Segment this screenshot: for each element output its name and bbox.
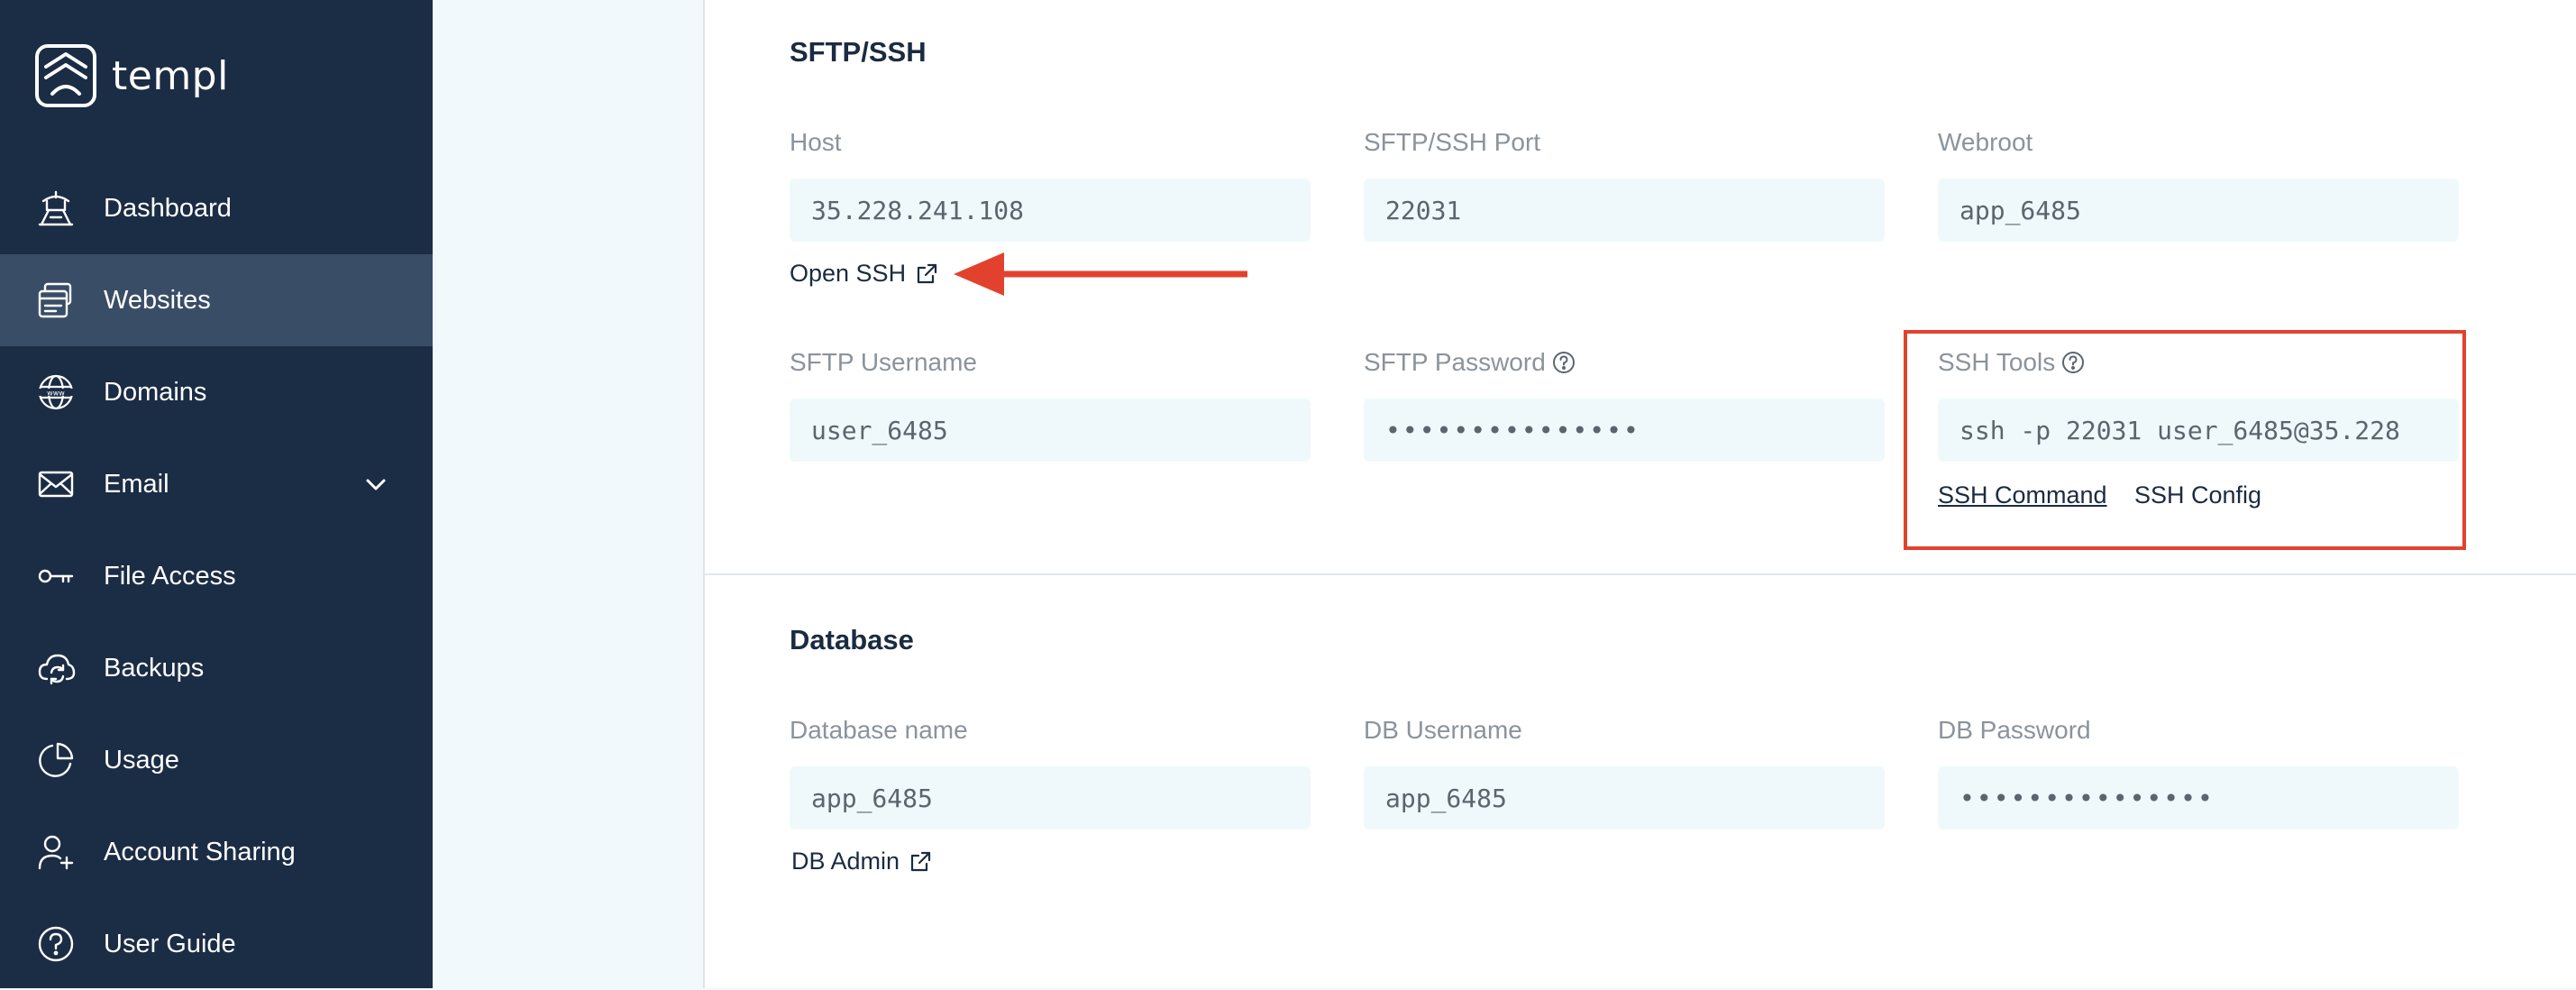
port-label: SFTP/SSH Port [1364, 128, 1541, 156]
annotation-arrow-icon [954, 252, 1247, 296]
port-field[interactable]: 22031 [1364, 179, 1885, 242]
database-name-label: Database name [790, 716, 968, 744]
sidebar-item-label: Dashboard [104, 193, 232, 223]
chevron-down-icon[interactable] [361, 469, 391, 500]
sftp-password-label-text: SFTP Password [1364, 348, 1546, 376]
db-username-label: DB Username [1364, 716, 1522, 744]
cloud-sync-icon [38, 654, 76, 685]
db-password-field[interactable]: ••••••••••••••• [1938, 766, 2459, 830]
key-icon [38, 569, 74, 583]
sftp-password-field[interactable]: ••••••••••••••• [1364, 399, 1885, 462]
open-ssh-label: Open SSH [790, 260, 907, 287]
sidebar-item-domains[interactable]: www Domains [0, 346, 433, 438]
sidebar-item-label: User Guide [104, 929, 236, 958]
help-circle-icon[interactable] [1551, 350, 1576, 375]
user-add-icon [38, 835, 74, 870]
app-name: templ [112, 52, 229, 99]
templ-logo-icon [35, 44, 96, 107]
section-title-database: Database [790, 624, 914, 655]
sidebar-item-label: File Access [104, 561, 236, 591]
sidebar-item-label: Account Sharing [104, 837, 296, 866]
sidebar-item-usage[interactable]: Usage [0, 714, 433, 806]
db-admin-link[interactable]: DB Admin [791, 848, 932, 875]
sidebar: templ Dashboard Websites www Domains Ema… [0, 0, 433, 988]
sidebar-item-file-access[interactable]: File Access [0, 530, 433, 622]
sidebar-item-label: Domains [104, 377, 207, 407]
envelope-icon [38, 471, 74, 498]
sidebar-item-label: Usage [104, 745, 179, 775]
webroot-field[interactable]: app_6485 [1938, 179, 2459, 242]
section-divider [705, 573, 2576, 575]
db-username-field[interactable]: app_6485 [1364, 766, 1885, 830]
pie-chart-icon [39, 742, 74, 777]
webroot-label: Webroot [1938, 128, 2033, 156]
sidebar-item-label: Email [104, 469, 169, 499]
sidebar-item-account-sharing[interactable]: Account Sharing [0, 806, 433, 898]
sidebar-item-user-guide[interactable]: User Guide [0, 898, 433, 990]
sidebar-item-label: Backups [104, 653, 205, 683]
section-title-sftp: SFTP/SSH [790, 36, 927, 68]
db-admin-label: DB Admin [791, 848, 900, 875]
host-label: Host [790, 128, 842, 156]
websites-icon [38, 282, 72, 318]
globe-www-icon: www [38, 374, 74, 410]
sidebar-item-dashboard[interactable]: Dashboard [0, 162, 433, 254]
database-name-field[interactable]: app_6485 [790, 766, 1311, 830]
dashboard-icon [38, 190, 74, 226]
open-ssh-link[interactable]: Open SSH [790, 260, 938, 288]
sidebar-item-email[interactable]: Email [0, 438, 433, 530]
site-details-card: SFTP/SSH Host 35.228.241.108 SFTP/SSH Po… [703, 0, 2576, 988]
external-link-icon [917, 263, 937, 283]
logo[interactable]: templ [34, 43, 229, 108]
sidebar-item-backups[interactable]: Backups [0, 622, 433, 714]
sidebar-item-websites[interactable]: Websites [0, 254, 433, 346]
sidebar-item-label: Websites [104, 285, 211, 315]
sidebar-nav: Dashboard Websites www Domains Email Fil… [0, 162, 433, 990]
svg-text:www: www [47, 390, 65, 398]
sftp-username-label: SFTP Username [790, 348, 977, 376]
sftp-username-field[interactable]: user_6485 [790, 399, 1311, 462]
sftp-password-label: SFTP Password [1364, 348, 1576, 377]
db-password-label: DB Password [1938, 716, 2091, 744]
external-link-icon [910, 851, 931, 871]
question-circle-icon [38, 926, 74, 962]
annotation-highlight-box [1904, 330, 2466, 550]
host-field[interactable]: 35.228.241.108 [790, 179, 1311, 242]
